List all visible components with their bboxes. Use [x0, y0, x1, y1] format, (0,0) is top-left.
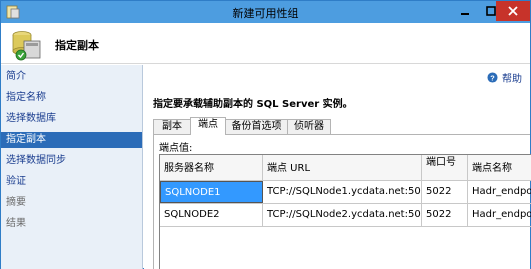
endpoints-panel: 端点值: 服务器名称 端点 URL 端口号 端点名称 SQLNODE1 TCP:…	[153, 134, 531, 269]
wizard-nav: 简介 指定名称 选择数据库 指定副本 选择数据同步 验证 摘要 结果	[1, 65, 143, 269]
page-title: 指定副本	[55, 39, 99, 52]
main-content: ? 帮助 指定要承载辅助副本的 SQL Server 实例。 副本 端点 备份首…	[144, 65, 531, 269]
cell-endpoint-url[interactable]: TCP://SQLNode2.ycdata.net:5022	[263, 204, 422, 226]
grid-header: 服务器名称 端点 URL 端口号 端点名称	[160, 155, 531, 181]
wizard-window: 新建可用性组 指定副本 简介 指定名称 选择数据库 指定副本 选择数据同步 验证	[0, 0, 531, 269]
column-header-endpoint-name[interactable]: 端点名称	[468, 155, 531, 181]
help-label: 帮助	[502, 74, 522, 85]
instruction-text: 指定要承载辅助副本的 SQL Server 实例。	[153, 99, 353, 110]
table-row[interactable]: SQLNODE2 TCP://SQLNode2.ycdata.net:5022 …	[160, 204, 531, 227]
nav-item-results: 结果	[6, 218, 26, 229]
help-icon: ?	[487, 72, 498, 83]
table-row[interactable]: SQLNODE1 TCP://SQLNode1.ycdata.net:5022 …	[160, 181, 531, 204]
endpoints-grid[interactable]: 服务器名称 端点 URL 端口号 端点名称 SQLNODE1 TCP://SQL…	[159, 154, 531, 269]
cell-endpoint-name[interactable]: Hadr_endpoint	[468, 181, 531, 203]
cell-port[interactable]: 5022	[422, 204, 468, 226]
cell-server-name[interactable]: SQLNODE1	[160, 181, 263, 203]
wizard-header: 指定副本	[1, 23, 530, 64]
cell-endpoint-name[interactable]: Hadr_endpoint	[468, 204, 531, 226]
close-icon	[508, 6, 518, 16]
column-header-endpoint-url[interactable]: 端点 URL	[263, 155, 422, 181]
cell-endpoint-url[interactable]: TCP://SQLNode1.ycdata.net:5022	[263, 181, 422, 203]
help-link[interactable]: ? 帮助	[487, 71, 522, 85]
tab-endpoints[interactable]: 端点	[190, 117, 226, 135]
maximize-icon	[486, 6, 496, 16]
svg-text:?: ?	[490, 73, 495, 82]
close-button[interactable]	[496, 1, 530, 21]
tab-listener[interactable]: 侦听器	[287, 119, 331, 134]
nav-item-specify-replicas[interactable]: 指定副本	[1, 132, 142, 148]
endpoint-values-label: 端点值:	[159, 143, 193, 154]
minimize-icon	[461, 13, 469, 15]
column-header-server-name[interactable]: 服务器名称	[160, 155, 263, 181]
nav-item-summary: 摘要	[6, 197, 26, 208]
tab-replicas[interactable]: 副本	[153, 119, 191, 134]
nav-item-intro[interactable]: 简介	[1, 69, 142, 85]
nav-item-validation[interactable]: 验证	[1, 174, 142, 190]
nav-item-select-databases[interactable]: 选择数据库	[1, 111, 142, 127]
title-bar[interactable]: 新建可用性组	[1, 1, 530, 23]
database-replica-icon	[12, 31, 41, 61]
cell-server-name[interactable]: SQLNODE2	[160, 204, 263, 226]
minimize-button[interactable]	[452, 1, 478, 21]
nav-item-specify-name[interactable]: 指定名称	[1, 90, 142, 106]
nav-item-data-sync[interactable]: 选择数据同步	[1, 153, 142, 169]
column-header-port[interactable]: 端口号	[422, 155, 468, 181]
tab-backup-preferences[interactable]: 备份首选项	[225, 119, 288, 134]
cell-port[interactable]: 5022	[422, 181, 468, 203]
window-title: 新建可用性组	[232, 7, 299, 20]
